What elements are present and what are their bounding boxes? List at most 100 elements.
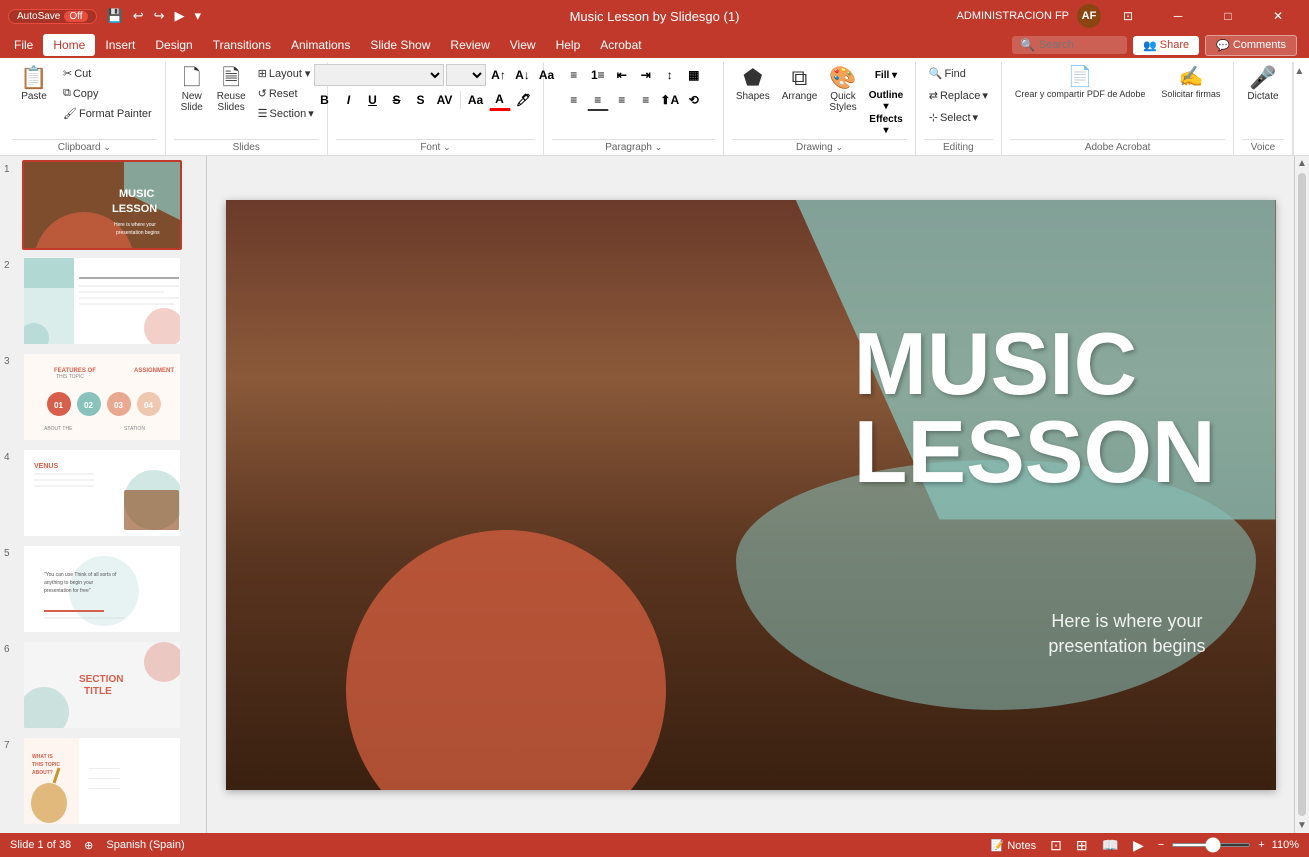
menu-insert[interactable]: Insert <box>95 34 145 56</box>
bullets-button[interactable]: ≡ <box>563 64 585 86</box>
text-direction-button[interactable]: ⬆A <box>659 89 681 111</box>
paste-button[interactable]: 📋 Paste <box>12 64 56 105</box>
font-color-button[interactable]: A <box>489 89 511 111</box>
zoom-out-button[interactable]: − <box>1155 838 1167 852</box>
menu-view[interactable]: View <box>500 34 546 56</box>
minimize-button[interactable]: ─ <box>1155 0 1201 32</box>
comments-button[interactable]: 💬 Comments <box>1205 35 1297 56</box>
font-family-select[interactable] <box>314 64 444 86</box>
maximize-button[interactable]: □ <box>1205 0 1251 32</box>
slide-sorter-button[interactable]: ⊞ <box>1073 836 1091 855</box>
highlight-button[interactable]: 🖊 <box>513 89 535 111</box>
crear-pdf-button[interactable]: 📄 Crear y compartir PDF de Adobe <box>1010 64 1151 102</box>
convert-smartart-button[interactable]: ⟲ <box>683 89 705 111</box>
quick-styles-button[interactable]: 🎨 Quick Styles <box>824 64 861 116</box>
slide-item-4[interactable]: 4 VENUS <box>4 448 202 538</box>
share-button[interactable]: 👥 Share <box>1133 36 1199 55</box>
line-spacing-button[interactable]: ↕ <box>659 64 681 86</box>
accessibility-button[interactable]: ⊕ <box>81 838 96 853</box>
reuse-slides-button[interactable]: 🗎 ReuseSlides <box>212 64 251 116</box>
menu-animations[interactable]: Animations <box>281 34 360 56</box>
slideshow-button[interactable]: ▶ <box>1130 836 1147 855</box>
char-spacing-button[interactable]: AV <box>434 89 456 111</box>
dictate-button[interactable]: 🎤 Dictate <box>1242 64 1283 105</box>
copy-button[interactable]: ⧉ Copy <box>58 84 157 103</box>
columns-button[interactable]: ▦ <box>683 64 705 86</box>
shadow-button[interactable]: S <box>410 89 432 111</box>
scroll-down-button[interactable]: ▼ <box>1295 818 1309 833</box>
undo-button[interactable]: ↩ <box>129 6 148 26</box>
align-center-button[interactable]: ≡ <box>587 89 609 111</box>
menu-review[interactable]: Review <box>440 34 499 56</box>
cut-button[interactable]: ✂ Cut <box>58 64 157 83</box>
shapes-button[interactable]: ⬟ Shapes <box>731 64 775 105</box>
menu-slideshow[interactable]: Slide Show <box>360 34 440 56</box>
italic-button[interactable]: I <box>338 89 360 111</box>
slide-item-6[interactable]: 6 SECTION TITLE <box>4 640 202 730</box>
slide-canvas[interactable]: MUSIC LESSON Here is where yourpresentat… <box>226 200 1276 790</box>
align-left-button[interactable]: ≡ <box>563 89 585 111</box>
slide-thumb-7[interactable]: WHAT IS THIS TOPIC ABOUT? ___________ __… <box>22 736 182 826</box>
ribbon-collapse-button[interactable]: ▲ <box>1293 62 1305 155</box>
right-scrollbar[interactable]: ▲ ▼ <box>1294 156 1309 833</box>
slide-thumb-1[interactable]: MUSIC LESSON Here is where your presenta… <box>22 160 182 250</box>
shape-effects-button[interactable]: Effects ▾ <box>864 112 908 134</box>
slide-item-7[interactable]: 7 WHAT IS THIS TOPIC ABOUT? ___________ … <box>4 736 202 826</box>
search-input[interactable] <box>1039 39 1119 51</box>
slide-thumb-2[interactable] <box>22 256 182 346</box>
layout-button[interactable]: ⊞ Layout ▾ <box>253 64 319 83</box>
menu-home[interactable]: Home <box>43 34 95 56</box>
select-button[interactable]: ⊹ Select ▾ <box>924 108 983 127</box>
menu-help[interactable]: Help <box>546 34 591 56</box>
scroll-up-button[interactable]: ▲ <box>1295 156 1309 171</box>
slide-thumb-5[interactable]: "You can use Think of all sorts of anyth… <box>22 544 182 634</box>
increase-indent-button[interactable]: ⇥ <box>635 64 657 86</box>
zoom-slider[interactable] <box>1171 843 1251 847</box>
replace-button[interactable]: ⇄ Replace ▾ <box>924 86 993 105</box>
solicitar-firmas-button[interactable]: ✍ Solicitar firmas <box>1156 64 1225 102</box>
reset-button[interactable]: ↺ Reset <box>253 84 319 103</box>
redo-button[interactable]: ↪ <box>150 6 169 26</box>
slide-item-2[interactable]: 2 <box>4 256 202 346</box>
menu-transitions[interactable]: Transitions <box>203 34 281 56</box>
search-box[interactable]: 🔍 <box>1012 36 1127 54</box>
menu-design[interactable]: Design <box>145 34 202 56</box>
normal-view-button[interactable]: ⊡ <box>1047 836 1065 855</box>
menu-acrobat[interactable]: Acrobat <box>590 34 651 56</box>
user-avatar[interactable]: AF <box>1077 4 1101 28</box>
shape-outline-button[interactable]: Outline ▾ <box>864 88 908 110</box>
autosave-toggle[interactable]: AutoSave Off <box>8 9 97 24</box>
slide-item-1[interactable]: 1 MUSIC LESSON Here is where your presen… <box>4 160 202 250</box>
slide-subtitle[interactable]: Here is where yourpresentation begins <box>1048 609 1205 659</box>
font-size-select[interactable] <box>446 64 486 86</box>
present-button[interactable]: ▶ <box>171 6 189 26</box>
decrease-indent-button[interactable]: ⇤ <box>611 64 633 86</box>
close-button[interactable]: ✕ <box>1255 0 1301 32</box>
slide-main-title[interactable]: MUSIC LESSON <box>854 320 1216 496</box>
menu-file[interactable]: File <box>4 34 43 56</box>
zoom-in-button[interactable]: + <box>1255 838 1267 852</box>
format-painter-button[interactable]: 🖌 Format Painter <box>58 104 157 123</box>
reading-view-button[interactable]: 📖 <box>1099 836 1122 855</box>
justify-button[interactable]: ≡ <box>635 89 657 111</box>
slide-thumb-6[interactable]: SECTION TITLE <box>22 640 182 730</box>
arrange-button[interactable]: ⧉ Arrange <box>777 64 823 105</box>
slide-thumb-4[interactable]: VENUS <box>22 448 182 538</box>
text-case-button[interactable]: Aa <box>465 89 487 111</box>
bold-button[interactable]: B <box>314 89 336 111</box>
font-decrease-button[interactable]: A↓ <box>512 64 534 86</box>
new-slide-button[interactable]: 🗋 NewSlide <box>174 64 210 116</box>
numbering-button[interactable]: 1≡ <box>587 64 609 86</box>
slide-item-3[interactable]: 3 FEATURES OF THIS TOPIC ASSIGNMENT 01 0… <box>4 352 202 442</box>
ribbon-display-button[interactable]: ⊡ <box>1105 0 1151 32</box>
underline-button[interactable]: U <box>362 89 384 111</box>
notes-button[interactable]: 📝 Notes <box>988 838 1040 853</box>
slide-item-5[interactable]: 5 "You can use Think of all sorts of any… <box>4 544 202 634</box>
strikethrough-button[interactable]: S <box>386 89 408 111</box>
section-button[interactable]: ☰ Section ▾ <box>253 104 319 123</box>
shape-fill-button[interactable]: Fill ▾ <box>864 64 908 86</box>
slide-thumb-3[interactable]: FEATURES OF THIS TOPIC ASSIGNMENT 01 02 … <box>22 352 182 442</box>
font-increase-button[interactable]: A↑ <box>488 64 510 86</box>
find-button[interactable]: 🔍 Find <box>924 64 971 83</box>
customize-qa-button[interactable]: ▾ <box>191 6 206 26</box>
